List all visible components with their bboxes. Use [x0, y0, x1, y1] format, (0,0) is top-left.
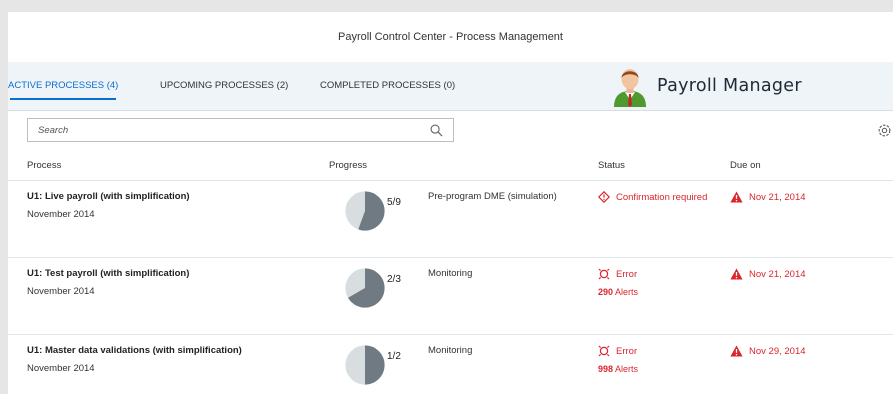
user-persona: Payroll Manager [611, 64, 802, 108]
alert-triangle-icon [730, 345, 743, 357]
progress-pie [344, 344, 386, 386]
tab-completed-processes[interactable]: COMPLETED PROCESSES (0) [320, 62, 455, 110]
progress-pie-slice [365, 345, 385, 385]
page-title: Payroll Control Center - Process Managem… [338, 31, 563, 43]
tab-upcoming-processes[interactable]: UPCOMING PROCESSES (2) [160, 62, 288, 110]
progress-count: 1/2 [387, 351, 401, 362]
user-name: Payroll Manager [657, 76, 802, 96]
alerts-label: Alerts [615, 364, 639, 374]
column-header-due-on: Due on [730, 160, 761, 171]
status-text: Confirmation required [616, 191, 708, 203]
due-date-text: Nov 29, 2014 [749, 345, 806, 357]
tab-bar: ACTIVE PROCESSES (4) UPCOMING PROCESSES … [8, 62, 893, 111]
search-box [27, 118, 454, 142]
status: Confirmation required [598, 191, 707, 203]
title-bar: Payroll Control Center - Process Managem… [8, 12, 893, 63]
status-text: Error [616, 345, 638, 357]
error-icon [598, 268, 610, 280]
progress-count: 2/3 [387, 274, 401, 285]
column-header-process: Process [27, 160, 62, 171]
status: Error [598, 268, 637, 280]
current-step: Pre-program DME (simulation) [428, 191, 557, 202]
alerts-label: Alerts [615, 287, 639, 297]
error-icon [598, 345, 610, 357]
status: Error [598, 345, 637, 357]
search-input[interactable] [28, 119, 428, 141]
process-period: November 2014 [27, 209, 95, 220]
due-date: Nov 21, 2014 [730, 191, 806, 203]
search-icon[interactable] [430, 124, 443, 137]
tab-label: COMPLETED PROCESSES (0) [320, 80, 456, 91]
progress-count: 5/9 [387, 197, 401, 208]
table-row[interactable]: U1: Live payroll (with simplification) N… [8, 181, 893, 258]
table-row[interactable]: U1: Test payroll (with simplification) N… [8, 258, 893, 335]
alerts-count: 998 [598, 364, 614, 374]
table-header: Process Progress Status Due on [8, 152, 893, 181]
table-row[interactable]: U1: Master data validations (with simpli… [8, 335, 893, 394]
current-step: Monitoring [428, 345, 473, 356]
due-date-text: Nov 21, 2014 [749, 191, 806, 203]
process-name: U1: Test payroll (with simplification) [27, 268, 190, 279]
user-avatar-icon [614, 69, 646, 107]
process-name: U1: Master data validations (with simpli… [27, 345, 242, 356]
toolbar [8, 110, 893, 150]
alerts-link[interactable]: 998 Alerts [598, 364, 638, 374]
progress-pie [344, 190, 386, 232]
warning-diamond-icon [598, 191, 610, 203]
status-text: Error [616, 268, 638, 280]
alert-triangle-icon [730, 191, 743, 203]
gear-icon[interactable] [876, 122, 893, 139]
current-step: Monitoring [428, 268, 473, 279]
alerts-count: 290 [598, 287, 614, 297]
column-header-status: Status [598, 160, 625, 171]
process-period: November 2014 [27, 286, 95, 297]
tab-active-processes[interactable]: ACTIVE PROCESSES (4) [8, 62, 118, 110]
active-tab-indicator [10, 98, 117, 100]
alerts-link[interactable]: 290 Alerts [598, 287, 638, 297]
alert-triangle-icon [730, 268, 743, 280]
tab-label: UPCOMING PROCESSES (2) [160, 80, 289, 91]
due-date: Nov 29, 2014 [730, 345, 806, 357]
due-date-text: Nov 21, 2014 [749, 268, 806, 280]
progress-pie [344, 267, 386, 309]
due-date: Nov 21, 2014 [730, 268, 806, 280]
process-period: November 2014 [27, 363, 95, 374]
tab-label: ACTIVE PROCESSES (4) [8, 80, 119, 91]
app-window: Payroll Control Center - Process Managem… [8, 12, 893, 394]
process-name: U1: Live payroll (with simplification) [27, 191, 190, 202]
column-header-progress: Progress [329, 160, 368, 171]
